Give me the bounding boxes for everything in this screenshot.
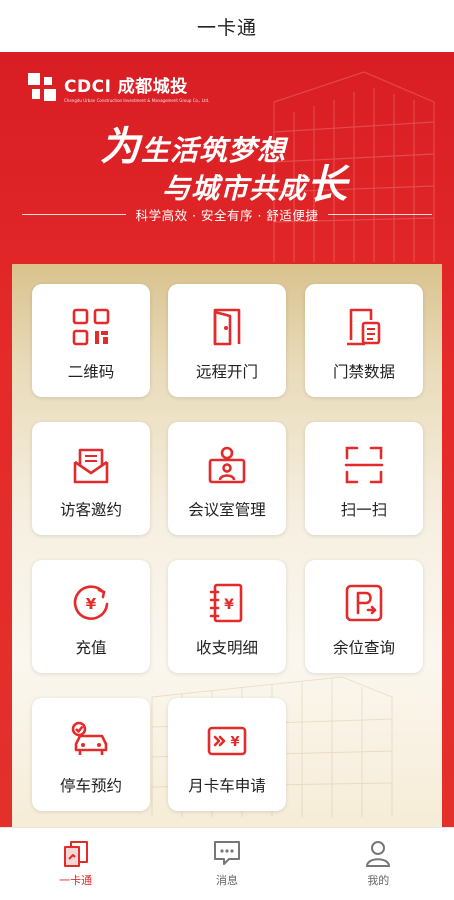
tile-qr-code[interactable]: 二维码: [32, 284, 150, 397]
tile-label: 访客邀约: [59, 501, 122, 519]
tile-monthly-card[interactable]: ¥ 月卡车申请: [168, 698, 286, 811]
tile-visitor-invite[interactable]: 访客邀约: [32, 422, 150, 535]
tile-meeting-room[interactable]: 会议室管理: [168, 422, 286, 535]
bottom-tab-bar: 一卡通 消息 我的: [0, 827, 454, 900]
page-title: 一卡通: [196, 16, 257, 39]
tagline: 科学高效 · 安全有序 · 舒适便捷: [22, 202, 432, 226]
tile-label: 门禁数据: [332, 363, 395, 381]
tile-parking-booking[interactable]: 停车预约: [32, 698, 150, 811]
tile-label: 月卡车申请: [188, 777, 266, 795]
tile-label: 远程开门: [195, 363, 258, 381]
top-bar: 一卡通: [0, 0, 454, 52]
monthly-card-icon: ¥: [207, 726, 247, 756]
ledger-icon: ¥: [209, 583, 243, 623]
tab-label: 一卡通: [59, 874, 93, 887]
tile-label: 扫一扫: [340, 501, 388, 519]
svg-text:¥: ¥: [86, 595, 97, 613]
scan-icon: [344, 446, 384, 484]
message-icon: [213, 841, 240, 865]
tile-label: 停车预约: [59, 777, 122, 795]
cdci-logo-icon: [28, 72, 56, 101]
tab-label: 我的: [367, 874, 390, 887]
svg-text:¥: ¥: [224, 597, 234, 613]
tile-parking-query[interactable]: 余位查询: [305, 560, 423, 673]
parking-icon: [345, 584, 383, 622]
tab-label: 消息: [215, 874, 238, 887]
access-data-icon: [347, 308, 381, 346]
tile-ledger[interactable]: ¥ 收支明细: [168, 560, 286, 673]
mail-icon: [73, 448, 109, 484]
tile-label: 会议室管理: [188, 501, 266, 519]
hero-banner: CDCI 成都城投 Chengdu Urban Construction Inv…: [0, 52, 454, 827]
tile-label: 二维码: [67, 363, 115, 381]
tile-access-data[interactable]: 门禁数据: [305, 284, 423, 397]
brand-name: CDCI 成都城投: [64, 77, 188, 97]
recharge-icon: ¥: [73, 585, 109, 620]
qr-code-icon: [72, 308, 110, 346]
tile-remote-open[interactable]: 远程开门: [168, 284, 286, 397]
tab-messages[interactable]: 消息: [151, 828, 302, 900]
door-icon: [213, 308, 241, 346]
brand-logo: CDCI 成都城投 Chengdu Urban Construction Inv…: [28, 72, 209, 103]
meeting-room-icon: [208, 446, 246, 484]
tab-one-card[interactable]: 一卡通: [0, 828, 151, 900]
function-panel: 二维码 远程开门 门禁数据 访客邀约 会议室管理 扫一扫 ¥ 充值 ¥ 收支明细…: [12, 264, 442, 827]
card-icon: [63, 841, 88, 867]
tile-scan[interactable]: 扫一扫: [305, 422, 423, 535]
brand-subtitle: Chengdu Urban Construction Investment & …: [64, 98, 210, 103]
tab-mine[interactable]: 我的: [303, 828, 454, 900]
svg-text:¥: ¥: [230, 735, 239, 750]
tile-label: 余位查询: [332, 639, 395, 657]
tagline-rule-right: [328, 213, 432, 215]
tagline-text: 科学高效 · 安全有序 · 舒适便捷: [135, 207, 319, 223]
tile-recharge[interactable]: ¥ 充值: [32, 560, 150, 673]
user-icon: [366, 841, 391, 867]
tile-label: 充值: [75, 639, 107, 657]
tagline-rule-left: [22, 213, 126, 215]
tile-label: 收支明细: [195, 639, 258, 657]
car-booking-icon: [71, 721, 108, 755]
